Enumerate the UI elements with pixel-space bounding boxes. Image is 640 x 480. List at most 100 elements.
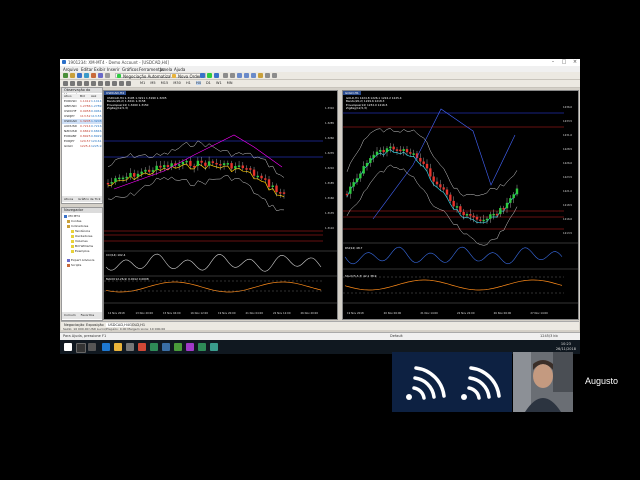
app-icon[interactable] bbox=[162, 343, 170, 351]
folder-icon bbox=[67, 224, 70, 228]
autoscroll-icon[interactable] bbox=[244, 73, 249, 78]
line-chart-icon[interactable] bbox=[214, 73, 219, 78]
store-icon[interactable] bbox=[126, 343, 134, 351]
market-watch-row[interactable]: USDCHF 0.9958 0.9961 bbox=[62, 109, 102, 114]
audio-waves-graphic bbox=[406, 366, 501, 400]
nav-item-root[interactable]: XM MT4 bbox=[64, 214, 80, 218]
tab-tick-chart[interactable]: Gráfico de Tick bbox=[78, 197, 100, 201]
chart-window-usdcad[interactable]: USDCAD,H4 USDCAD,H4 1.3195 1.3211 1.3190… bbox=[103, 90, 338, 320]
trendline-icon[interactable] bbox=[91, 81, 96, 86]
timeframe-d1[interactable]: D1 bbox=[206, 81, 211, 85]
market-watch-row[interactable]: NZDUSD 0.6842 0.6846 bbox=[62, 129, 102, 134]
explorer-icon[interactable] bbox=[114, 343, 122, 351]
chart-shift-icon[interactable] bbox=[251, 73, 256, 78]
timeframe-mn[interactable]: MN bbox=[227, 81, 233, 85]
market-watch-row[interactable]: EURUSD 1.1412 1.1414 bbox=[62, 99, 102, 104]
nav-item-volumes[interactable]: Volumes bbox=[71, 239, 88, 243]
nav-item-examples[interactable]: Exemplos bbox=[71, 249, 89, 253]
bar-chart-icon[interactable] bbox=[200, 73, 205, 78]
excel-icon[interactable] bbox=[150, 343, 158, 351]
candle-body bbox=[412, 153, 415, 155]
tab-common[interactable]: Comum bbox=[64, 313, 76, 317]
price-chart[interactable] bbox=[104, 91, 337, 319]
chart-window-gold[interactable]: GOLD,H1 GOLD,H1 1224.8 1226.1 1224.2 122… bbox=[342, 90, 579, 320]
timeframe-w1[interactable]: W1 bbox=[216, 81, 222, 85]
price-chart[interactable] bbox=[343, 91, 578, 319]
new-chart-icon[interactable] bbox=[63, 73, 68, 78]
tab-favorites[interactable]: Favoritos bbox=[81, 313, 95, 317]
nav-item-experts[interactable]: Expert Advisors bbox=[67, 258, 95, 262]
market-watch-row[interactable]: USDCAD 1.3205 1.3208 bbox=[62, 119, 102, 124]
candle-body bbox=[385, 148, 389, 153]
candle-chart-icon[interactable] bbox=[207, 73, 212, 78]
col-ask[interactable]: Ask bbox=[91, 94, 96, 99]
candle-body bbox=[252, 169, 256, 176]
metatrader-taskbar-icon[interactable] bbox=[174, 343, 182, 351]
nav-item-trend[interactable]: Tendência bbox=[71, 229, 90, 233]
app-icon[interactable] bbox=[210, 343, 218, 351]
market-watch-row[interactable]: GBPUSD 1.2786 1.2789 bbox=[62, 104, 102, 109]
bid-cell: 0.6842 bbox=[80, 129, 91, 133]
macd-label: MACD(12,26,9) 0.0012 0.0008 bbox=[106, 277, 149, 281]
app-icon[interactable] bbox=[198, 343, 206, 351]
timeframe-m5[interactable]: M5 bbox=[150, 81, 155, 85]
play-icon bbox=[117, 74, 121, 78]
candle-body bbox=[162, 165, 166, 168]
candle-body bbox=[422, 161, 425, 164]
chrome-icon[interactable] bbox=[138, 343, 146, 351]
market-watch-row[interactable]: GOLD 1225.4 1225.9 bbox=[62, 144, 102, 149]
periods-icon[interactable] bbox=[265, 73, 270, 78]
market-watch-row[interactable]: EURGBP 0.8925 0.8929 bbox=[62, 134, 102, 139]
zoom-out-icon[interactable] bbox=[230, 73, 235, 78]
nav-item-indicators[interactable]: Indicadores bbox=[67, 224, 88, 228]
oscillator-line bbox=[344, 246, 563, 265]
nav-item-scripts[interactable]: Scripts bbox=[67, 263, 81, 267]
tester-icon[interactable] bbox=[105, 73, 110, 78]
timeframe-m15[interactable]: M15 bbox=[161, 81, 168, 85]
col-symbol[interactable]: Ativo bbox=[64, 94, 72, 99]
navigator-icon[interactable] bbox=[91, 73, 96, 78]
profiles-icon[interactable] bbox=[70, 73, 75, 78]
search-icon[interactable] bbox=[76, 343, 86, 353]
market-watch-row[interactable]: USDJPY 113.52 113.55 bbox=[62, 114, 102, 119]
nav-item-accounts[interactable]: Contas bbox=[67, 219, 81, 223]
label-icon[interactable] bbox=[119, 81, 124, 86]
cursor-icon[interactable] bbox=[63, 81, 68, 86]
timeframe-m30[interactable]: M30 bbox=[173, 81, 180, 85]
data-window-icon[interactable] bbox=[84, 73, 89, 78]
task-view-icon[interactable] bbox=[88, 343, 96, 351]
nav-item-oscillators[interactable]: Osciladores bbox=[71, 234, 92, 238]
close-button[interactable]: × bbox=[570, 59, 580, 66]
candle-body bbox=[207, 161, 211, 166]
indicators-icon[interactable] bbox=[258, 73, 263, 78]
nav-item-bill-williams[interactable]: Bill Williams bbox=[71, 244, 93, 248]
horizontal-line-icon[interactable] bbox=[84, 81, 89, 86]
arrow-icon[interactable] bbox=[126, 81, 131, 86]
vertical-line-icon[interactable] bbox=[77, 81, 82, 86]
templates-icon[interactable] bbox=[272, 73, 277, 78]
timeframe-h1[interactable]: H1 bbox=[186, 81, 191, 85]
market-watch-row[interactable]: EURJPY 129.57 129.61 bbox=[62, 139, 102, 144]
text-icon[interactable] bbox=[112, 81, 117, 86]
candle-body bbox=[475, 216, 479, 220]
crosshair-icon[interactable] bbox=[70, 81, 75, 86]
terminal-icon[interactable] bbox=[98, 73, 103, 78]
timeframe-m1[interactable]: M1 bbox=[140, 81, 145, 85]
tile-windows-icon[interactable] bbox=[237, 73, 242, 78]
channel-icon[interactable] bbox=[98, 81, 103, 86]
edge-icon[interactable] bbox=[102, 343, 110, 351]
col-bid[interactable]: Bid bbox=[80, 94, 85, 99]
app-icon[interactable] bbox=[186, 343, 194, 351]
market-watch-icon[interactable] bbox=[77, 73, 82, 78]
market-watch-row[interactable]: AUDUSD 0.7214 0.7216 bbox=[62, 124, 102, 129]
fibonacci-icon[interactable] bbox=[105, 81, 110, 86]
start-icon[interactable] bbox=[64, 343, 72, 351]
maximize-button[interactable]: □ bbox=[559, 59, 569, 66]
time-tick-label: 15 Nov 04:00 bbox=[163, 312, 181, 315]
tab-symbols[interactable]: Ativos bbox=[64, 197, 73, 201]
minimize-button[interactable]: – bbox=[548, 59, 558, 66]
clock[interactable]: 10:23 26/11/2018 bbox=[556, 342, 576, 351]
autotrade-button[interactable]: Negociação Automatizada bbox=[115, 73, 179, 79]
zoom-in-icon[interactable] bbox=[223, 73, 228, 78]
timeframe-h4[interactable]: H4 bbox=[195, 81, 201, 85]
